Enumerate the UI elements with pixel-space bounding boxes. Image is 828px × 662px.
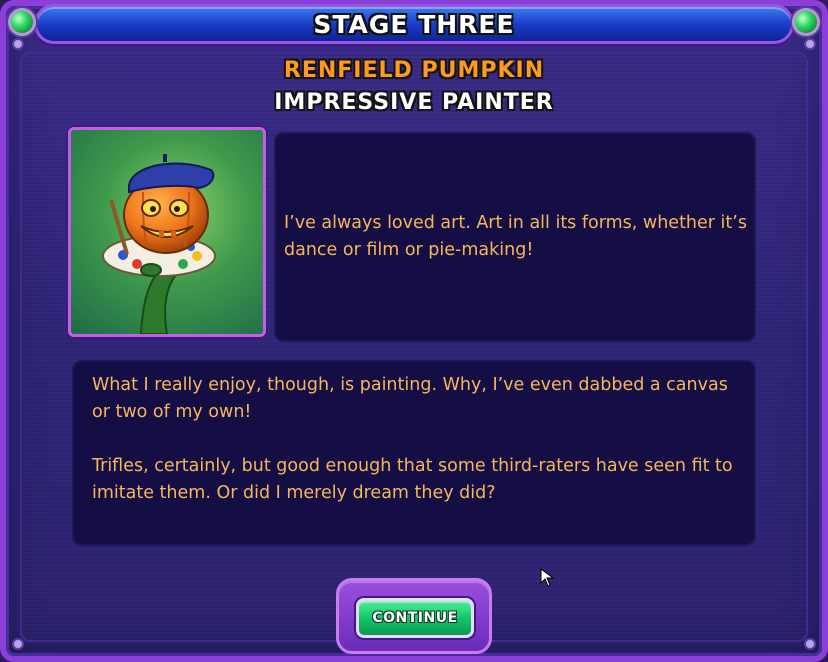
corner-bolt — [806, 640, 814, 648]
dialog-paragraph-2: Trifles, certainly, but good enough that… — [92, 456, 733, 503]
pumpkin-painter-icon — [102, 154, 216, 334]
intro-dialog-panel: I’ve always loved art. Art in all its fo… — [274, 132, 756, 342]
green-gem-icon — [8, 8, 36, 36]
character-name: RENFIELD PUMPKIN — [283, 58, 545, 83]
character-title: IMPRESSIVE PAINTER — [274, 90, 554, 115]
mouse-cursor-icon — [540, 568, 555, 587]
intro-dialog-text: I’ve always loved art. Art in all its fo… — [284, 213, 747, 260]
corner-bolt — [14, 40, 22, 48]
pumpkin-painter-portrait — [68, 127, 266, 337]
corner-bolt — [14, 640, 22, 648]
continue-label: CONTINUE — [372, 610, 458, 626]
stage-title: STAGE THREE — [313, 9, 515, 39]
main-dialog-panel: What I really enjoy, though, is painting… — [72, 360, 756, 546]
green-gem-icon — [792, 8, 820, 36]
corner-bolt — [806, 40, 814, 48]
continue-button[interactable]: CONTINUE — [356, 598, 474, 638]
dialog-paragraph-1: What I really enjoy, though, is painting… — [92, 375, 728, 422]
title-bar: STAGE THREE — [34, 4, 794, 44]
